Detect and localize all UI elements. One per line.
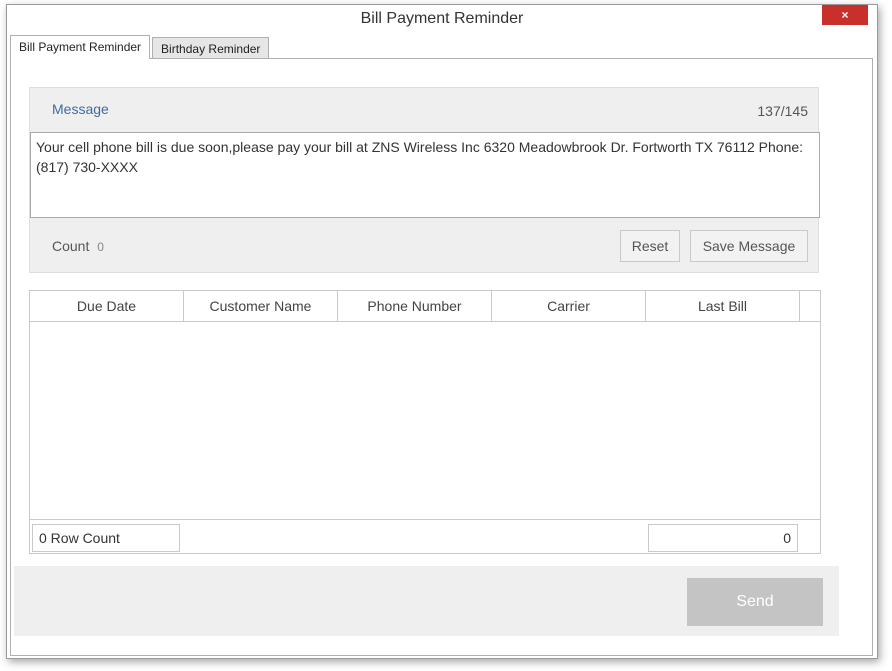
customer-grid: Due Date Customer Name Phone Number Carr… (29, 290, 821, 554)
column-header-filler (800, 291, 820, 321)
character-counter: 137/145 (757, 103, 808, 119)
send-button[interactable]: Send (687, 578, 823, 626)
reset-button[interactable]: Reset (620, 230, 680, 262)
grid-header: Due Date Customer Name Phone Number Carr… (30, 291, 820, 322)
grid-footer: 0 Row Count 0 (30, 519, 820, 554)
count-label-text: Count (52, 238, 90, 254)
message-label: Message (52, 101, 109, 117)
column-header-phone-number[interactable]: Phone Number (338, 291, 492, 321)
column-header-carrier[interactable]: Carrier (492, 291, 646, 321)
action-bar: Send (14, 566, 839, 636)
count-label: Count 0 (52, 238, 104, 254)
column-header-last-bill[interactable]: Last Bill (646, 291, 800, 321)
total-field: 0 (648, 524, 798, 552)
count-value: 0 (97, 240, 104, 254)
column-header-customer-name[interactable]: Customer Name (184, 291, 338, 321)
tab-panel: Message 137/145 Your cell phone bill is … (10, 58, 873, 656)
tab-bill-payment-reminder[interactable]: Bill Payment Reminder (10, 35, 151, 59)
tab-birthday-reminder[interactable]: Birthday Reminder (152, 37, 270, 59)
close-icon: × (841, 8, 849, 22)
close-button[interactable]: × (822, 5, 868, 25)
window-title: Bill Payment Reminder (360, 10, 524, 27)
message-textarea[interactable]: Your cell phone bill is due soon,please … (30, 132, 820, 218)
message-panel: Message 137/145 Your cell phone bill is … (29, 87, 820, 273)
tab-strip: Bill Payment Reminder Birthday Reminder (10, 35, 271, 59)
save-message-button[interactable]: Save Message (690, 230, 808, 262)
row-count-field: 0 Row Count (32, 524, 180, 552)
column-header-due-date[interactable]: Due Date (30, 291, 184, 321)
app-window: Bill Payment Reminder × Bill Payment Rem… (6, 4, 878, 659)
